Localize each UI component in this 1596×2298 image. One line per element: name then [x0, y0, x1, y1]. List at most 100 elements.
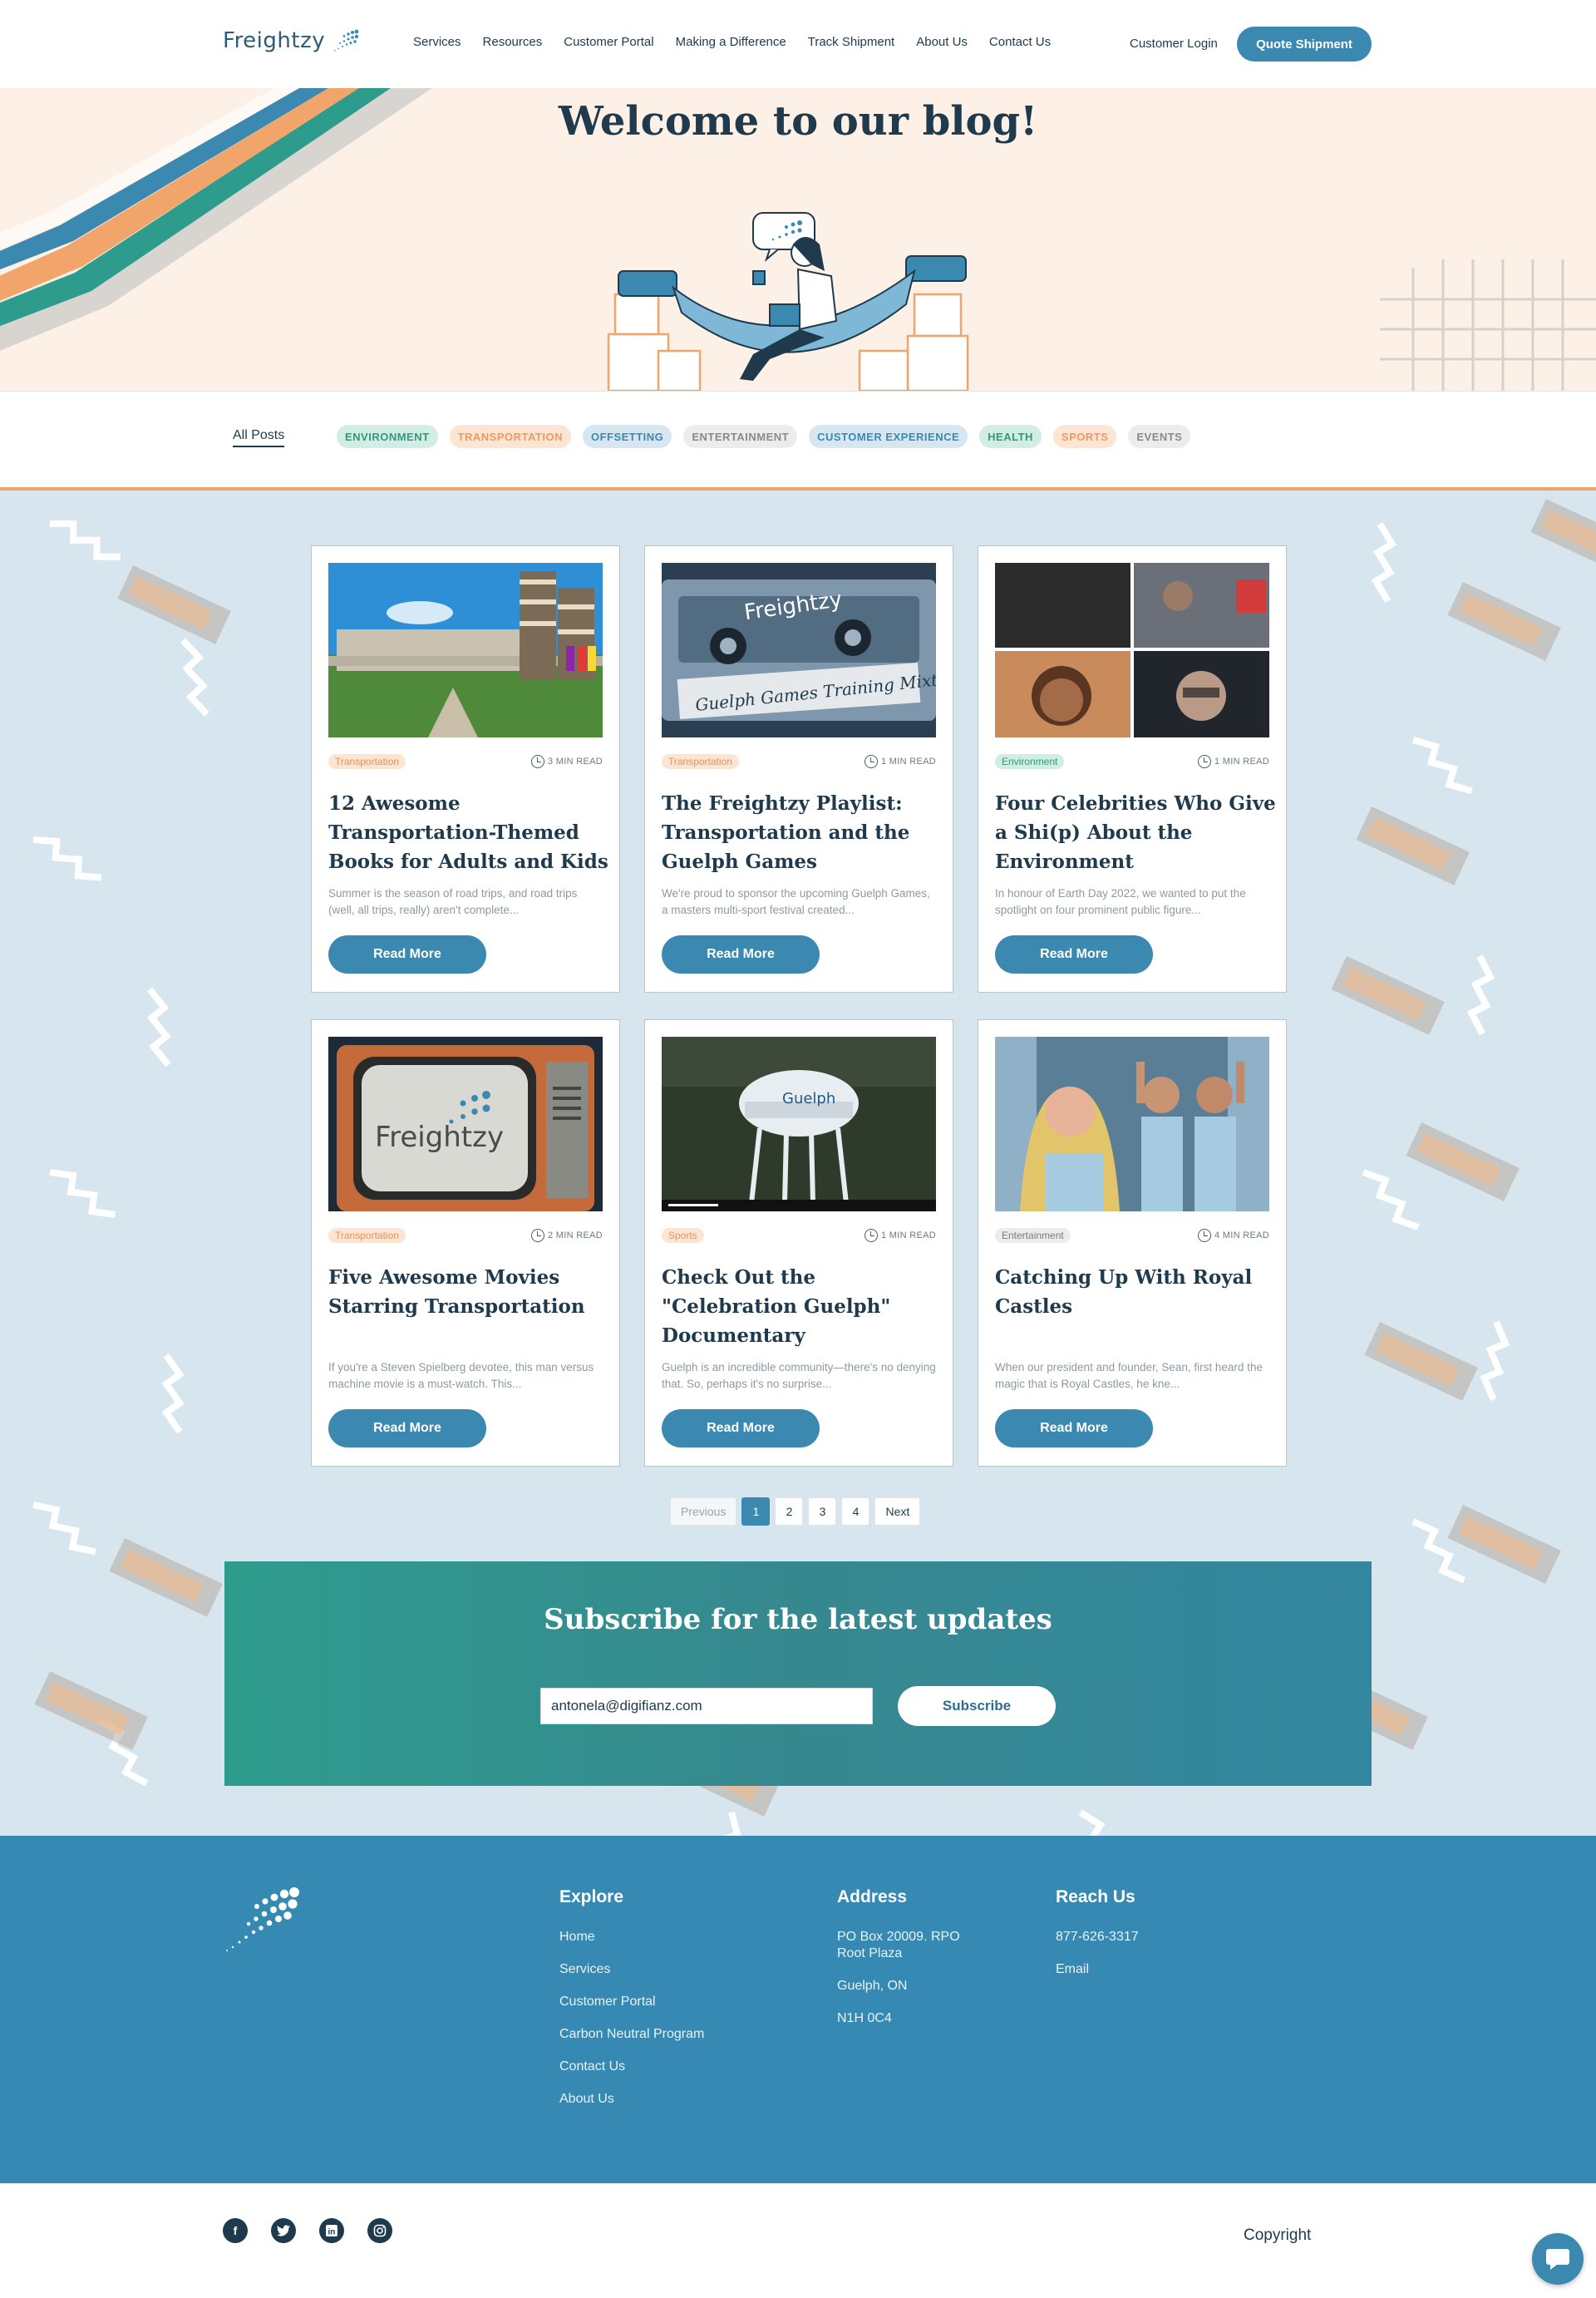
linkedin-icon[interactable]: in [319, 2218, 344, 2243]
truck-shape-decoration [34, 1671, 148, 1750]
nav-customer-portal[interactable]: Customer Portal [564, 35, 653, 49]
post-excerpt: When our president and founder, Sean, fi… [995, 1361, 1263, 1390]
nav-services[interactable]: Services [413, 35, 461, 49]
post-category-tag[interactable]: Environment [995, 754, 1065, 769]
zigzag-decoration [180, 638, 209, 717]
post-image-band-photo[interactable] [995, 1037, 1269, 1211]
instagram-icon[interactable] [367, 2218, 392, 2243]
footer-logo-icon[interactable] [223, 1886, 303, 1952]
footer-email-link[interactable]: Email [1056, 1961, 1139, 1978]
nav-track-shipment[interactable]: Track Shipment [808, 35, 894, 49]
category-filter-bar: All Posts ENVIRONMENT TRANSPORTATION OFFSE… [0, 391, 1596, 491]
post-category-tag[interactable]: Transportation [328, 1228, 406, 1243]
footer-address-line: PO Box 20009. RPO Root Plaza [837, 1930, 960, 1960]
quote-shipment-button[interactable]: Quote Shipment [1237, 27, 1372, 62]
filter-chip-customer-experience[interactable]: CUSTOMER EXPERIENCE [809, 425, 968, 448]
read-more-button[interactable]: Read More [662, 1409, 820, 1447]
blog-listing: Transportation 3 MIN READ 12 Awesome Tra… [0, 491, 1596, 1836]
nav-contact-us[interactable]: Contact Us [989, 35, 1051, 49]
subscribe-panel: Subscribe for the latest updates Subscri… [224, 1561, 1372, 1786]
post-title[interactable]: Four Celebrities Who Give a Shi(p) About… [995, 789, 1278, 876]
pagination-page-2[interactable]: 2 [775, 1497, 804, 1526]
read-time: 3 MIN READ [531, 755, 603, 768]
footer-link-customer-portal[interactable]: Customer Portal [559, 1994, 704, 2010]
read-more-button[interactable]: Read More [662, 935, 820, 974]
read-more-button[interactable]: Read More [995, 935, 1153, 974]
post-image-celebrity-collage-photo[interactable] [995, 563, 1269, 737]
clock-icon [1198, 1229, 1212, 1242]
filter-chip-transportation[interactable]: TRANSPORTATION [449, 425, 571, 448]
pagination-page-4[interactable]: 4 [841, 1497, 870, 1526]
filter-chip-offsetting[interactable]: OFFSETTING [582, 425, 672, 448]
footer-link-carbon-neutral[interactable]: Carbon Neutral Program [559, 2026, 704, 2043]
footer-link-services[interactable]: Services [559, 1961, 704, 1978]
logo[interactable]: Freightzy [223, 28, 360, 53]
post-image-library-books-photo[interactable] [328, 563, 603, 737]
pagination-page-1[interactable]: 1 [741, 1497, 771, 1526]
footer-link-about-us[interactable]: About Us [559, 2091, 704, 2108]
footer-address: Address PO Box 20009. RPO Root Plaza Gue… [837, 1887, 970, 2043]
filter-all-posts[interactable]: All Posts [233, 428, 285, 447]
footer-link-home[interactable]: Home [559, 1929, 704, 1945]
clock-icon [864, 1229, 879, 1242]
filter-chip-entertainment[interactable]: ENTERTAINMENT [683, 425, 798, 448]
post-grid: Transportation 3 MIN READ 12 Awesome Tra… [311, 545, 1287, 1467]
nav-about-us[interactable]: About Us [916, 35, 968, 49]
filter-chip-health[interactable]: HEALTH [979, 425, 1042, 448]
post-card: Environment 1 MIN READ Four Celebrities … [978, 545, 1287, 993]
truck-shape-decoration [1331, 956, 1445, 1035]
read-time-text: 2 MIN READ [548, 1230, 603, 1240]
category-chips: ENVIRONMENT TRANSPORTATION OFFSETTING ENTER… [337, 425, 1191, 448]
footer-phone-link[interactable]: 877-626-3317 [1056, 1929, 1139, 1945]
read-more-button[interactable]: Read More [328, 935, 486, 974]
subscribe-title: Subscribe for the latest updates [544, 1603, 1052, 1636]
read-more-button[interactable]: Read More [995, 1409, 1153, 1447]
post-image-cassette-tape-photo[interactable]: Freightzy Guelph Games Training Mixtape [662, 563, 936, 737]
post-card: Guelph Sports 1 MIN READ Check Out the "… [644, 1019, 953, 1467]
pagination-next[interactable]: Next [874, 1497, 921, 1526]
post-title[interactable]: Check Out the "Celebration Guelph" Docum… [662, 1263, 944, 1350]
post-image-retro-tv-photo[interactable]: Freightzy [328, 1037, 603, 1211]
twitter-icon[interactable] [271, 2218, 296, 2243]
subscribe-email-input[interactable] [540, 1688, 873, 1724]
read-time: 4 MIN READ [1198, 1229, 1269, 1242]
filter-chip-sports[interactable]: SPORTS [1052, 425, 1117, 448]
clock-icon [1198, 755, 1212, 768]
filter-chip-environment[interactable]: ENVIRONMENT [337, 425, 438, 448]
zigzag-decoration [707, 1811, 742, 1836]
facebook-icon[interactable]: f [223, 2218, 248, 2243]
read-more-button[interactable]: Read More [328, 1409, 486, 1447]
clock-icon [864, 755, 879, 768]
post-title[interactable]: 12 Awesome Transportation-Themed Books f… [328, 789, 611, 876]
nav-making-a-difference[interactable]: Making a Difference [676, 35, 786, 49]
post-category-tag[interactable]: Entertainment [995, 1228, 1071, 1243]
truck-shape-decoration [1356, 806, 1470, 885]
svg-text:Freightzy: Freightzy [375, 1121, 504, 1154]
customer-login-link[interactable]: Customer Login [1130, 37, 1218, 51]
filter-chip-events[interactable]: EVENTS [1128, 425, 1191, 448]
footer-explore: Explore Home Services Customer Portal Ca… [559, 1887, 704, 2123]
read-time-text: 1 MIN READ [881, 757, 936, 767]
footer-link-contact-us[interactable]: Contact Us [559, 2059, 704, 2075]
post-category-tag[interactable]: Transportation [662, 754, 739, 769]
hero-title: Welcome to our blog! [558, 98, 1038, 145]
logo-mark-icon [334, 29, 359, 52]
post-image-water-tower-video[interactable]: Guelph [662, 1037, 936, 1211]
zigzag-decoration [1480, 1320, 1510, 1402]
nav-resources[interactable]: Resources [483, 35, 543, 49]
post-title[interactable]: Five Awesome Movies Starring Transportat… [328, 1263, 611, 1321]
post-category-tag[interactable]: Transportation [328, 754, 406, 769]
post-card: Entertainment 4 MIN READ Catching Up Wit… [978, 1019, 1287, 1467]
chat-bubble-icon [1546, 2249, 1569, 2270]
logo-text: Freightzy [223, 28, 326, 53]
chat-widget-button[interactable] [1532, 2233, 1584, 2285]
pagination-page-3[interactable]: 3 [808, 1497, 837, 1526]
post-title[interactable]: The Freightzy Playlist: Transportation a… [662, 789, 944, 876]
read-time-text: 1 MIN READ [881, 1230, 936, 1240]
post-category-tag[interactable]: Sports [662, 1228, 704, 1243]
zigzag-decoration [146, 987, 171, 1068]
subscribe-button[interactable]: Subscribe [898, 1686, 1056, 1726]
truck-shape-decoration [1530, 499, 1596, 578]
pagination-previous[interactable]: Previous [670, 1497, 737, 1526]
post-title[interactable]: Catching Up With Royal Castles [995, 1263, 1278, 1321]
